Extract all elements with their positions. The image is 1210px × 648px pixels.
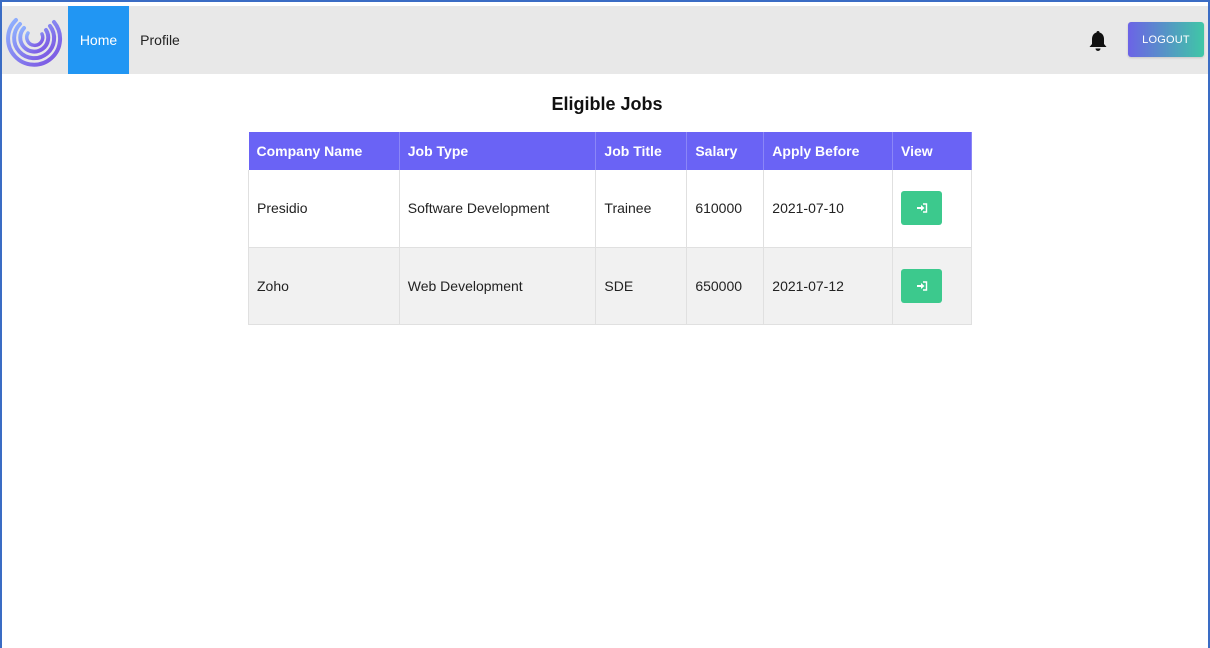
cell-view: [892, 170, 972, 248]
header-job-title: Job Title: [595, 132, 688, 170]
cell-salary: 650000: [686, 247, 765, 325]
cell-job-type: Web Development: [399, 247, 597, 325]
bell-icon[interactable]: [1088, 30, 1108, 52]
page-title: Eligible Jobs: [551, 94, 663, 114]
header-salary: Salary: [686, 132, 765, 170]
nav-home-link[interactable]: Home: [68, 6, 129, 74]
table-row: Presidio Software Development Trainee 61…: [248, 170, 972, 248]
cell-job-title: Trainee: [595, 170, 688, 248]
logo: [6, 8, 64, 72]
cell-company: Zoho: [248, 247, 400, 325]
table-header-row: Company Name Job Type Job Title Salary A…: [248, 132, 972, 170]
jobs-table: Company Name Job Type Job Title Salary A…: [248, 132, 972, 325]
header-company-name: Company Name: [248, 132, 400, 170]
nav-profile-link[interactable]: Profile: [129, 6, 191, 74]
table-row: Zoho Web Development SDE 650000 2021-07-…: [248, 247, 972, 325]
sign-in-icon: [916, 280, 927, 291]
view-job-button[interactable]: [901, 268, 943, 303]
cell-view: [892, 247, 972, 325]
cell-salary: 610000: [686, 170, 765, 248]
sign-in-icon: [916, 203, 927, 213]
header-view: View: [892, 132, 972, 170]
logo-icon: [6, 18, 63, 67]
cell-job-type: Software Development: [399, 170, 597, 248]
cell-company: Presidio: [248, 170, 400, 248]
top-navbar: Home Profile LOGOUT: [2, 6, 1208, 74]
header-apply-before: Apply Before: [763, 132, 894, 170]
header-job-type: Job Type: [399, 132, 597, 170]
view-job-button[interactable]: [901, 191, 943, 226]
cell-apply-before: 2021-07-12: [763, 247, 894, 325]
app-window: Home Profile LOGOUT Eligible Jobs Compan…: [0, 0, 1210, 648]
cell-apply-before: 2021-07-10: [763, 170, 894, 248]
logout-button[interactable]: LOGOUT: [1128, 22, 1204, 57]
cell-job-title: SDE: [595, 247, 688, 325]
